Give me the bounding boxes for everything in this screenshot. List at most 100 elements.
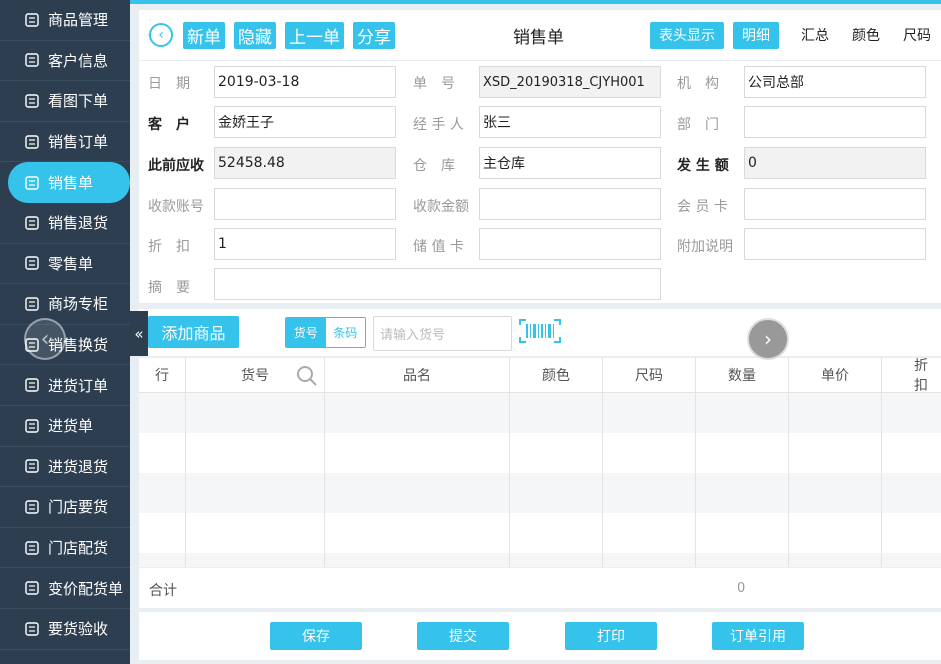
box-icon xyxy=(24,12,40,28)
sidebar-item-3[interactable]: 销售订单 xyxy=(0,122,130,163)
stored-card-field[interactable] xyxy=(479,228,661,260)
table-cell[interactable] xyxy=(882,553,941,567)
sidebar-item-11[interactable]: 进货退货 xyxy=(0,447,130,488)
sidebar-item-4[interactable]: 销售单 xyxy=(8,162,130,203)
account-field[interactable] xyxy=(214,188,396,220)
print-button[interactable]: 打印 xyxy=(565,622,657,650)
detail-button[interactable]: 明细 xyxy=(733,21,779,49)
order-reference-button[interactable]: 订单引用 xyxy=(712,622,804,650)
sidebar-item-9[interactable]: 进货订单 xyxy=(0,365,130,406)
collapse-sidebar-icon[interactable]: « xyxy=(130,311,148,356)
table-row[interactable] xyxy=(139,553,941,567)
table-cell[interactable] xyxy=(789,433,882,473)
table-cell[interactable] xyxy=(882,433,941,473)
table-cell[interactable] xyxy=(510,553,603,567)
sidebar-item-5[interactable]: 销售退货 xyxy=(0,203,130,244)
table-cell[interactable] xyxy=(186,473,325,513)
table-cell[interactable] xyxy=(186,513,325,553)
table-cell[interactable] xyxy=(510,513,603,553)
org-field[interactable]: 公司总部 xyxy=(744,66,926,98)
submit-button[interactable]: 提交 xyxy=(417,622,509,650)
sidebar-item-10[interactable]: 进货单 xyxy=(0,406,130,447)
member-field[interactable] xyxy=(744,188,926,220)
barcode-mode-button[interactable]: 条码 xyxy=(325,318,365,347)
table-cell[interactable] xyxy=(603,513,696,553)
table-cell[interactable] xyxy=(510,433,603,473)
table-cell[interactable] xyxy=(696,513,789,553)
receipt-field[interactable] xyxy=(479,188,661,220)
table-cell[interactable] xyxy=(882,473,941,513)
table-cell[interactable] xyxy=(325,473,510,513)
table-cell[interactable] xyxy=(139,553,186,567)
sidebar-item-13[interactable]: 门店配货 xyxy=(0,528,130,569)
item-no-input[interactable]: 请输入货号 xyxy=(373,316,512,351)
summary-tab[interactable]: 汇总 xyxy=(788,25,839,45)
date-field[interactable]: 2019-03-18 xyxy=(214,66,396,98)
table-cell[interactable] xyxy=(139,393,186,433)
sidebar-item-1[interactable]: 客户信息 xyxy=(0,41,130,82)
next-circle-icon[interactable]: › xyxy=(747,318,789,360)
table-cell[interactable] xyxy=(186,553,325,567)
table-cell[interactable] xyxy=(603,393,696,433)
note-field[interactable] xyxy=(744,228,926,260)
sidebar-item-15[interactable]: 要货验收 xyxy=(0,609,130,650)
sidebar-item-14[interactable]: 变价配货单 xyxy=(0,568,130,609)
back-icon[interactable]: ‹ xyxy=(149,23,173,47)
table-cell[interactable] xyxy=(789,513,882,553)
handler-field[interactable]: 张三 xyxy=(479,106,661,138)
table-cell[interactable] xyxy=(325,513,510,553)
table-cell[interactable] xyxy=(186,433,325,473)
sidebar-item-12[interactable]: 门店要货 xyxy=(0,487,130,528)
table-cell[interactable] xyxy=(139,513,186,553)
table-cell[interactable] xyxy=(603,553,696,567)
table-cell[interactable] xyxy=(510,473,603,513)
discount-field[interactable]: 1 xyxy=(214,228,396,260)
table-cell[interactable] xyxy=(325,433,510,473)
save-button[interactable]: 保存 xyxy=(270,622,362,650)
table-cell[interactable] xyxy=(325,393,510,433)
table-row[interactable] xyxy=(139,513,941,553)
table-cell[interactable] xyxy=(139,433,186,473)
table-cell[interactable] xyxy=(882,393,941,433)
table-row[interactable] xyxy=(139,393,941,433)
dept-field[interactable] xyxy=(744,106,926,138)
sidebar-item-7[interactable]: 商场专柜 xyxy=(0,284,130,325)
table-cell[interactable] xyxy=(186,393,325,433)
sidebar-item-6[interactable]: 零售单 xyxy=(0,244,130,285)
warehouse-field[interactable]: 主仓库 xyxy=(479,147,661,179)
sidebar-item-0[interactable]: 商品管理 xyxy=(0,0,130,41)
table-cell[interactable] xyxy=(882,513,941,553)
customer-field[interactable]: 金娇王子 xyxy=(214,106,396,138)
table-cell[interactable] xyxy=(510,393,603,433)
new-button[interactable]: 新单 xyxy=(183,21,225,49)
search-icon[interactable] xyxy=(296,365,318,387)
sidebar-item-label: 进货退货 xyxy=(48,457,109,476)
table-row[interactable] xyxy=(139,473,941,513)
barcode-scan-icon[interactable] xyxy=(519,319,561,343)
table-cell[interactable] xyxy=(603,433,696,473)
hide-button[interactable]: 隐藏 xyxy=(234,21,276,49)
order-icon xyxy=(24,134,40,150)
table-row[interactable] xyxy=(139,433,941,473)
share-button[interactable]: 分享 xyxy=(353,21,395,49)
table-cell[interactable] xyxy=(789,393,882,433)
color-tab[interactable]: 颜色 xyxy=(839,25,890,45)
item-no-mode-button[interactable]: 货号 xyxy=(286,318,326,347)
table-cell[interactable] xyxy=(603,473,696,513)
table-cell[interactable] xyxy=(139,473,186,513)
table-cell[interactable] xyxy=(325,553,510,567)
summary-field[interactable] xyxy=(214,268,661,300)
table-cell[interactable] xyxy=(696,433,789,473)
prev-button[interactable]: 上一单 xyxy=(285,21,344,49)
add-goods-button[interactable]: 添加商品 xyxy=(148,316,239,348)
table-cell[interactable] xyxy=(789,553,882,567)
nav-back-circle-icon[interactable]: ‹ xyxy=(24,318,66,360)
size-tab[interactable]: 尺码 xyxy=(890,25,941,45)
table-cell[interactable] xyxy=(696,393,789,433)
table-cell[interactable] xyxy=(696,553,789,567)
table-cell[interactable] xyxy=(789,473,882,513)
order-no-field[interactable]: XSD_20190318_CJYH001 xyxy=(479,66,661,98)
table-cell[interactable] xyxy=(696,473,789,513)
header-display-button[interactable]: 表头显示 xyxy=(650,21,724,49)
sidebar-item-2[interactable]: 看图下单 xyxy=(0,81,130,122)
